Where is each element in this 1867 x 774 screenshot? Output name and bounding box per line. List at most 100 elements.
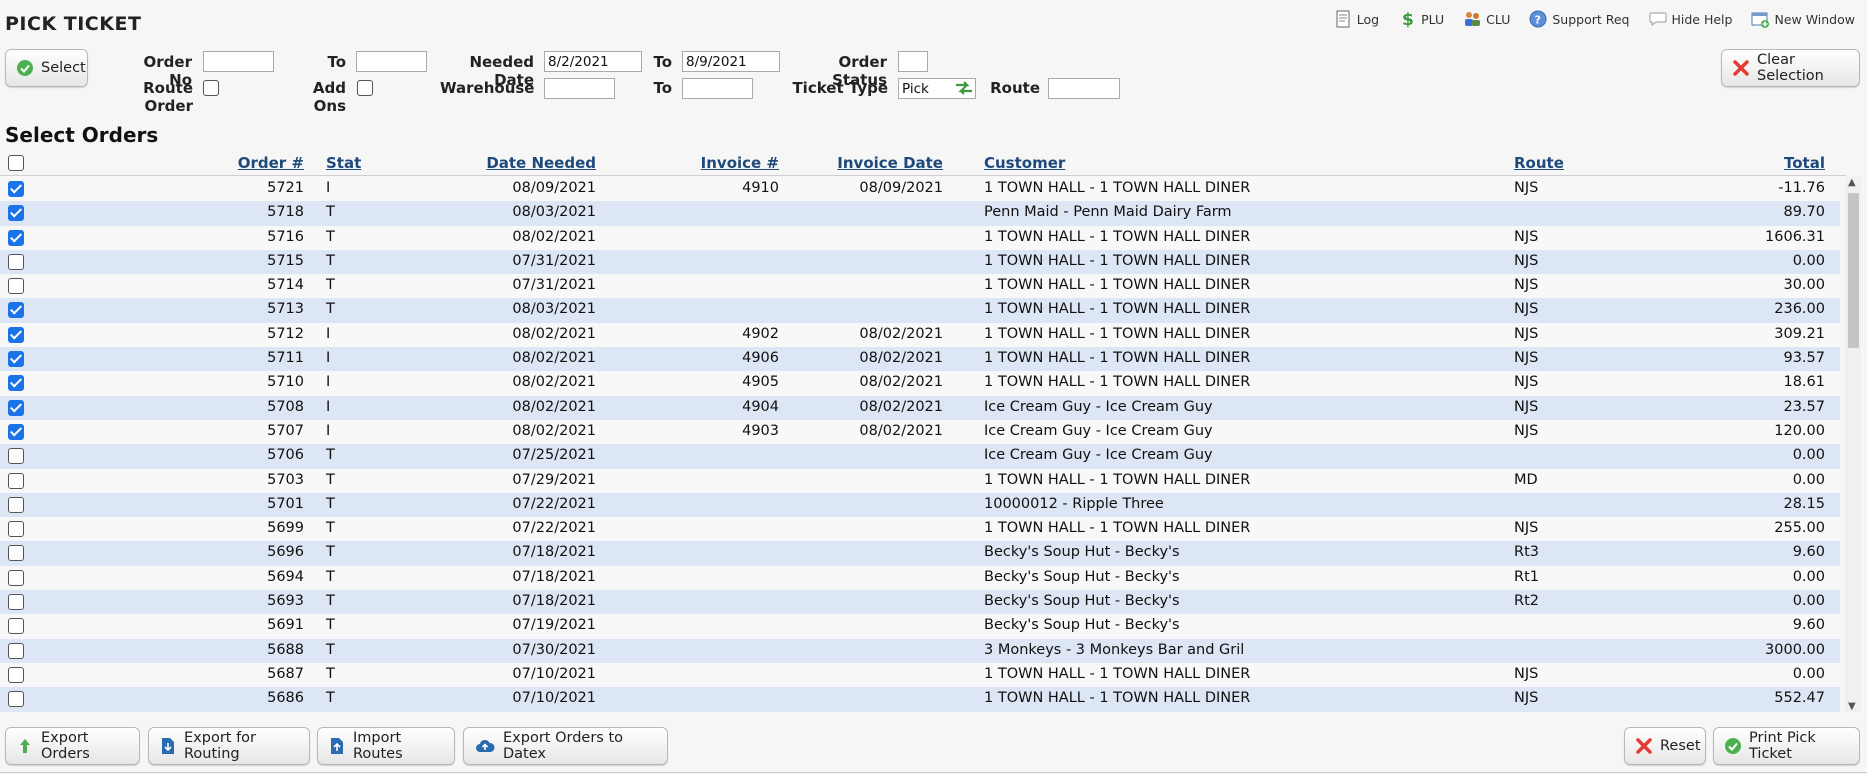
needed-date-to-input[interactable] — [682, 51, 780, 72]
table-row[interactable]: 5699 T 07/22/2021 1 TOWN HALL - 1 TOWN HALL… — [0, 517, 1840, 542]
invoice-date: 08/09/2021 — [859, 180, 943, 196]
needed-date-from-input[interactable] — [544, 51, 642, 72]
route-order-label: Route Order — [143, 79, 193, 115]
row-checkbox[interactable] — [8, 375, 24, 392]
row-checkbox[interactable] — [8, 496, 24, 513]
route-input[interactable] — [1048, 78, 1120, 99]
log-link[interactable]: Log — [1333, 9, 1379, 29]
table-scrollbar[interactable]: ▲ ▼ — [1845, 177, 1861, 712]
table-row[interactable]: 5721 I 08/09/2021 4910 08/09/2021 1 TOWN HALL… — [0, 177, 1840, 202]
swap-arrows-icon[interactable] — [953, 78, 975, 98]
row-checkbox[interactable] — [8, 666, 24, 683]
order-stat: T — [326, 495, 335, 512]
table-row[interactable]: 5706 T 07/25/2021 Ice Cream Guy - Ice Cream… — [0, 444, 1840, 469]
row-checkbox[interactable] — [8, 181, 24, 197]
export-datex-button[interactable]: Export Orders to Datex — [463, 727, 668, 765]
file-upload-icon — [331, 738, 343, 754]
import-routes-button[interactable]: Import Routes — [317, 727, 455, 765]
col-total[interactable]: Total — [1784, 154, 1825, 172]
row-checkbox[interactable] — [8, 326, 24, 343]
table-row[interactable]: 5710 I 08/02/2021 4905 08/02/2021 1 TOWN HALL… — [0, 371, 1840, 396]
clear-selection-button[interactable]: Clear Selection — [1721, 49, 1860, 87]
col-invoice-date[interactable]: Invoice Date — [837, 154, 943, 172]
row-checkbox[interactable] — [8, 229, 24, 246]
clu-link[interactable]: CLU — [1462, 9, 1510, 29]
route-order-checkbox[interactable] — [203, 80, 219, 96]
row-checkbox[interactable] — [8, 302, 24, 319]
route-code: NJS — [1514, 228, 1539, 245]
table-row[interactable]: 5686 T 07/10/2021 1 TOWN HALL - 1 TOWN HALL… — [0, 687, 1840, 712]
row-checkbox[interactable] — [8, 569, 24, 586]
export-orders-button[interactable]: Export Orders — [5, 727, 140, 765]
warehouse-from-input[interactable] — [544, 78, 615, 99]
add-ons-checkbox[interactable] — [357, 80, 373, 96]
col-date-needed[interactable]: Date Needed — [486, 154, 596, 172]
new-window-link[interactable]: New Window — [1750, 9, 1855, 29]
row-checkbox[interactable] — [8, 399, 24, 416]
route-code: Rt1 — [1514, 568, 1539, 585]
table-row[interactable]: 5712 I 08/02/2021 4902 08/02/2021 1 TOWN HALL… — [0, 322, 1840, 348]
table-row[interactable]: 5708 I 08/02/2021 4904 08/02/2021 Ice Cream G… — [0, 395, 1840, 420]
col-invoice[interactable]: Invoice # — [701, 154, 779, 172]
table-row[interactable]: 5715 T 07/31/2021 1 TOWN HALL - 1 TOWN HALL… — [0, 249, 1840, 275]
table-row[interactable]: 5707 I 08/02/2021 4903 08/02/2021 Ice Cream G… — [0, 419, 1840, 445]
row-checkbox[interactable] — [8, 594, 24, 611]
row-checkbox[interactable] — [8, 253, 24, 270]
select-all-checkbox[interactable] — [8, 155, 24, 171]
col-order[interactable]: Order # — [238, 154, 304, 172]
row-checkbox[interactable] — [8, 423, 24, 440]
row-checkbox[interactable] — [8, 521, 24, 538]
table-row[interactable]: 5693 T 07/18/2021 Becky's Soup Hut - Becky'… — [0, 590, 1840, 615]
reset-button[interactable]: Reset — [1624, 727, 1706, 765]
scroll-up-icon[interactable]: ▲ — [1848, 177, 1856, 188]
order-no-input[interactable] — [203, 51, 274, 72]
scroll-thumb[interactable] — [1848, 193, 1859, 348]
order-total: 93.57 — [1783, 350, 1825, 367]
hide-help-link[interactable]: Hide Help — [1648, 9, 1732, 29]
new-window-icon — [1751, 12, 1770, 28]
order-status-input[interactable] — [898, 51, 928, 72]
order-number: 5721 — [267, 180, 304, 196]
table-row[interactable]: 5688 T 07/30/2021 3 Monkeys - 3 Monkeys Bar… — [0, 638, 1840, 663]
table-row[interactable]: 5718 T 08/03/2021 Penn Maid - Penn Maid Dai… — [0, 201, 1840, 226]
invoice-number: 4904 — [742, 398, 779, 415]
support-link[interactable]: ? Support Req — [1528, 9, 1630, 29]
customer-name: 1 TOWN HALL - 1 TOWN HALL DINER — [984, 665, 1251, 682]
row-checkbox[interactable] — [8, 691, 24, 708]
col-customer[interactable]: Customer — [984, 154, 1065, 172]
order-to-input[interactable] — [356, 51, 427, 72]
scroll-down-icon[interactable]: ▼ — [1848, 701, 1856, 712]
print-pick-ticket-button[interactable]: Print Pick Ticket — [1713, 727, 1860, 765]
warehouse-to-input[interactable] — [682, 78, 753, 99]
table-row[interactable]: 5703 T 07/29/2021 1 TOWN HALL - 1 TOWN HALL… — [0, 468, 1840, 493]
col-stat[interactable]: Stat — [326, 154, 361, 172]
row-checkbox[interactable] — [8, 448, 24, 465]
customer-name: Ice Cream Guy - Ice Cream Guy — [984, 447, 1213, 464]
invoice-date: 08/02/2021 — [859, 325, 943, 342]
route-code: NJS — [1514, 350, 1539, 367]
row-checkbox[interactable] — [8, 618, 24, 635]
table-row[interactable]: 5711 I 08/02/2021 4906 08/02/2021 1 TOWN HALL… — [0, 347, 1840, 372]
invoice-date: 08/02/2021 — [859, 422, 943, 439]
table-row[interactable]: 5713 T 08/03/2021 1 TOWN HALL - 1 TOWN HALL… — [0, 298, 1840, 323]
table-row[interactable]: 5691 T 07/19/2021 Becky's Soup Hut - Becky'… — [0, 614, 1840, 639]
plu-link[interactable]: $ PLU — [1397, 9, 1444, 29]
order-stat: T — [326, 520, 335, 537]
order-total: 9.60 — [1792, 617, 1825, 634]
row-checkbox[interactable] — [8, 545, 24, 562]
row-checkbox[interactable] — [8, 472, 24, 489]
table-row[interactable]: 5701 T 07/22/2021 10000012 - Ripple Three 28… — [0, 492, 1840, 518]
table-row[interactable]: 5716 T 08/02/2021 1 TOWN HALL - 1 TOWN HALL… — [0, 225, 1840, 250]
row-checkbox[interactable] — [8, 351, 24, 368]
row-checkbox[interactable] — [8, 278, 24, 295]
route-code: NJS — [1514, 374, 1539, 391]
table-row[interactable]: 5696 T 07/18/2021 Becky's Soup Hut - Becky'… — [0, 541, 1840, 566]
col-route[interactable]: Route — [1514, 154, 1564, 172]
table-row[interactable]: 5714 T 07/31/2021 1 TOWN HALL - 1 TOWN HALL… — [0, 274, 1840, 299]
row-checkbox[interactable] — [8, 642, 24, 659]
table-row[interactable]: 5694 T 07/18/2021 Becky's Soup Hut - Becky'… — [0, 565, 1840, 591]
select-button[interactable]: Select — [5, 49, 88, 87]
export-routing-button[interactable]: Export for Routing — [148, 727, 310, 765]
table-row[interactable]: 5687 T 07/10/2021 1 TOWN HALL - 1 TOWN HALL… — [0, 662, 1840, 688]
row-checkbox[interactable] — [8, 205, 24, 222]
